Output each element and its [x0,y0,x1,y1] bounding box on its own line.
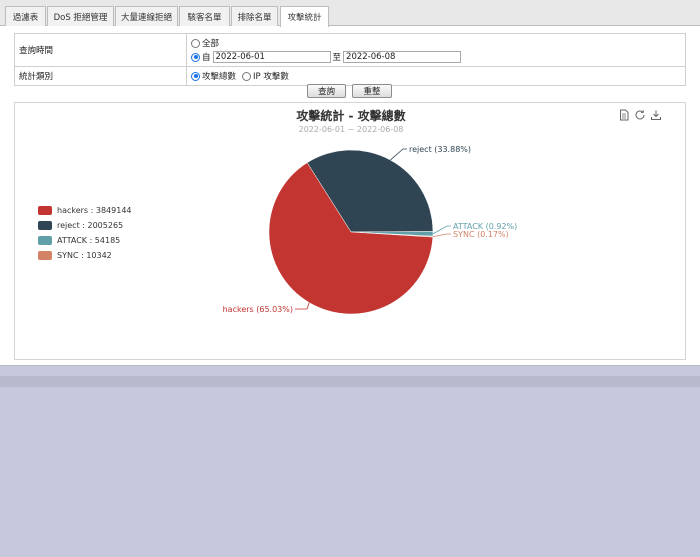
pie-label-hackers: hackers (65.03%) [223,305,293,314]
tab-label: 過濾表 [12,12,39,23]
leader-line-attack [432,225,451,235]
all-option-label: 全部 [202,39,220,49]
pie-chart: reject (33.88%)ATTACK (0.92%)SYNC (0.17%… [223,145,517,315]
leader-line-reject [390,148,407,161]
tab-dos-management[interactable]: DoS 拒絕管理 [47,6,114,26]
range-radio[interactable] [191,52,200,62]
category-options: 攻擊總數 IP 攻擊數 [186,66,686,86]
total-option-label: 攻擊總數 [202,72,237,82]
tab-label: DoS 拒絕管理 [53,12,108,23]
total-radio[interactable] [191,71,200,81]
tab-hacker-list[interactable]: 駭客名單 [179,6,230,26]
tab-label: 駭客名單 [187,12,222,23]
tab-exclude-list[interactable]: 排除名單 [231,6,278,26]
time-label: 查詢時間 [14,33,187,67]
ip-option-label: IP 攻擊數 [253,72,289,82]
tab-attack-stats[interactable]: 攻擊統計 [280,6,329,27]
query-button[interactable]: 查詢 [307,84,346,98]
chart-container: 攻擊統計 - 攻擊總數 2022-06-01 ~ 2022-06-08 hack… [14,102,686,360]
leader-line-hackers [295,302,310,310]
tab-filter-table[interactable]: 過濾表 [5,6,46,26]
tab-mass-connection-reject[interactable]: 大量連線拒絕 [115,6,178,26]
all-option-row[interactable]: 全部 [191,36,681,50]
query-form: 查詢時間 全部 自 2022-06-01 至 2022-06-08 統計類別 攻… [14,33,686,86]
tab-label: 排除名單 [237,12,272,23]
ip-radio[interactable] [242,71,252,81]
bottom-strip [0,376,700,387]
tab-bar: 過濾表 DoS 拒絕管理 大量連線拒絕 駭客名單 排除名單 攻擊統計 [0,0,700,27]
leader-line-sync [432,233,451,238]
range-option-row: 自 2022-06-01 至 2022-06-08 [191,50,681,64]
from-date-input[interactable]: 2022-06-01 [212,51,331,63]
time-options: 全部 自 2022-06-01 至 2022-06-08 [186,33,686,67]
pie-label-reject: reject (33.88%) [409,145,471,154]
category-label: 統計類別 [14,66,187,86]
tab-label: 大量連線拒絕 [120,12,172,23]
to-prefix: 至 [332,53,342,63]
pie-label-sync: SYNC (0.17%) [453,230,509,239]
main-panel: 過濾表 DoS 拒絕管理 大量連線拒絕 駭客名單 排除名單 攻擊統計 查詢時間 … [0,0,700,366]
to-date-input[interactable]: 2022-06-08 [343,51,462,63]
all-radio[interactable] [191,38,200,48]
reset-button[interactable]: 重整 [352,84,392,98]
from-prefix: 自 [202,53,211,63]
tab-label: 攻擊統計 [287,13,322,23]
